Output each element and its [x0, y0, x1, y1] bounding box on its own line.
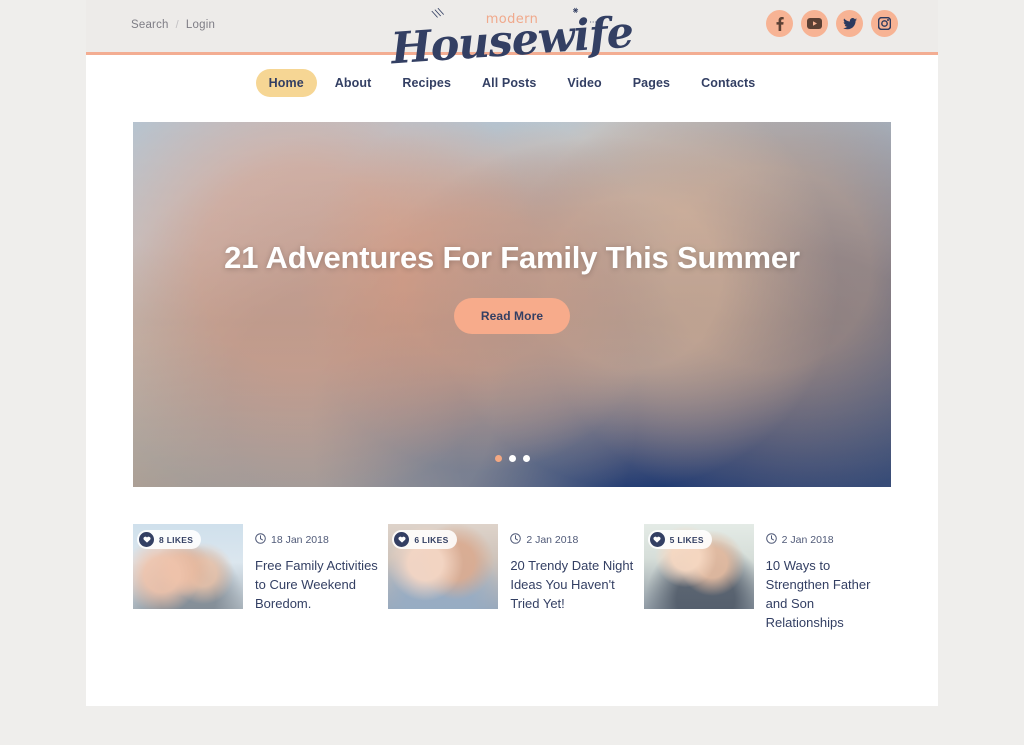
topbar: Search / Login \\\ ⁕ ··· modern Housewif… — [86, 0, 938, 74]
post-card: 8 LIKES 18 Jan 2018 Free Family Activiti… — [133, 524, 380, 632]
nav-item-video[interactable]: Video — [554, 69, 614, 97]
post-thumbnail-wrap[interactable]: 5 LIKES — [643, 524, 754, 609]
twitter-button[interactable] — [836, 10, 863, 37]
heart-icon — [394, 532, 410, 547]
hero-dot-3[interactable] — [522, 455, 530, 462]
clock-icon — [255, 533, 266, 547]
nav-item-pages[interactable]: Pages — [620, 69, 683, 97]
logo-pretext: modern — [485, 12, 539, 27]
topbar-links: Search / Login — [131, 19, 215, 31]
nav-item-about[interactable]: About — [322, 69, 385, 97]
logo-flourish-right-icon: ⁕ — [568, 4, 581, 19]
instagram-button[interactable] — [871, 10, 898, 37]
post-thumbnail-wrap[interactable]: 6 LIKES — [388, 524, 499, 609]
search-link[interactable]: Search — [131, 19, 169, 31]
post-date: 2 Jan 2018 — [510, 533, 635, 547]
hero-dot-2[interactable] — [508, 455, 516, 462]
logo-dots-icon: ··· — [589, 18, 597, 27]
likes-badge[interactable]: 8 LIKES — [137, 530, 202, 549]
post-body: 2 Jan 2018 10 Ways to Strengthen Father … — [766, 524, 891, 632]
hero-content: 21 Adventures For Family This Summer Rea… — [133, 240, 891, 334]
post-date: 2 Jan 2018 — [765, 533, 891, 547]
login-link[interactable]: Login — [186, 19, 215, 31]
main-navigation: Home About Recipes All Posts Video Pages… — [86, 55, 938, 110]
facebook-button[interactable] — [766, 10, 793, 37]
nav-item-recipes[interactable]: Recipes — [389, 69, 464, 97]
post-card: 6 LIKES 2 Jan 2018 20 Trendy Date Night … — [388, 524, 635, 632]
logo-flourish-left-icon: \\\ — [431, 6, 445, 21]
post-title[interactable]: 20 Trendy Date Night Ideas You Haven't T… — [510, 557, 635, 614]
post-title[interactable]: 10 Ways to Strengthen Father and Son Rel… — [766, 557, 891, 632]
likes-badge[interactable]: 6 LIKES — [392, 530, 457, 549]
facebook-icon — [776, 16, 784, 31]
likes-count: 8 LIKES — [159, 534, 194, 545]
social-links — [766, 10, 898, 37]
post-date-text: 2 Jan 2018 — [781, 534, 834, 546]
likes-badge[interactable]: 5 LIKES — [647, 530, 712, 549]
likes-count: 5 LIKES — [669, 534, 704, 545]
heart-icon — [649, 532, 665, 547]
nav-item-contacts[interactable]: Contacts — [688, 69, 768, 97]
likes-count: 6 LIKES — [414, 534, 449, 545]
site-content-area: Search / Login \\\ ⁕ ··· modern Housewif… — [86, 0, 938, 706]
post-date-text: 2 Jan 2018 — [526, 534, 579, 546]
hero-dot-1[interactable] — [494, 455, 502, 462]
read-more-button[interactable]: Read More — [453, 297, 571, 334]
post-title[interactable]: Free Family Activities to Cure Weekend B… — [255, 557, 380, 614]
post-date-text: 18 Jan 2018 — [271, 534, 329, 546]
post-card: 5 LIKES 2 Jan 2018 10 Ways to Strengthen… — [643, 524, 891, 632]
youtube-icon — [807, 18, 822, 29]
latest-posts-row: 8 LIKES 18 Jan 2018 Free Family Activiti… — [133, 524, 891, 632]
hero-slider: 21 Adventures For Family This Summer Rea… — [133, 122, 891, 487]
twitter-icon — [842, 17, 857, 30]
clock-icon — [765, 533, 777, 547]
post-body: 18 Jan 2018 Free Family Activities to Cu… — [255, 524, 380, 632]
clock-icon — [510, 533, 522, 547]
heart-icon — [139, 532, 154, 547]
hero-title: 21 Adventures For Family This Summer — [224, 240, 800, 275]
topbar-separator: / — [175, 19, 179, 31]
post-thumbnail-wrap[interactable]: 8 LIKES — [133, 524, 243, 609]
nav-item-all-posts[interactable]: All Posts — [469, 69, 549, 97]
post-body: 2 Jan 2018 20 Trendy Date Night Ideas Yo… — [510, 524, 635, 632]
nav-item-home[interactable]: Home — [255, 68, 317, 97]
post-date: 18 Jan 2018 — [255, 533, 380, 547]
instagram-icon — [878, 17, 891, 30]
youtube-button[interactable] — [801, 10, 828, 37]
hero-pagination — [133, 455, 891, 462]
